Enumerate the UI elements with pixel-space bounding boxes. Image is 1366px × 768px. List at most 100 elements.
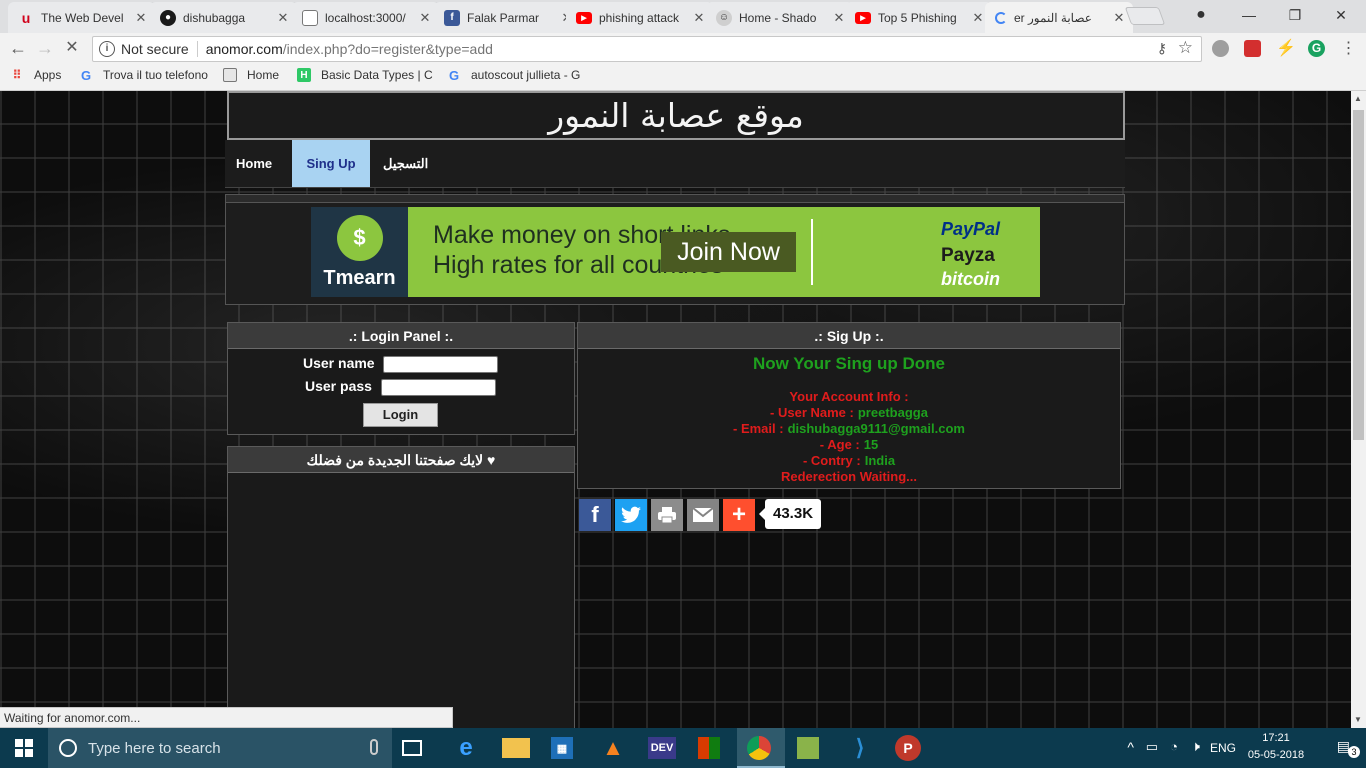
bookmark-label: autoscout jullieta - G [471, 68, 581, 82]
username-input[interactable] [383, 356, 498, 373]
network-icon[interactable]: ◔ [1170, 739, 1178, 754]
ad-top-bar [226, 195, 1124, 203]
tmearn-ad-banner[interactable]: $ Tmearn Make money on short links High … [311, 207, 1040, 297]
bookmark-basic-data-types[interactable]: H Basic Data Types | C [297, 68, 433, 82]
scroll-down-arrow-icon[interactable]: ▼ [1354, 715, 1362, 724]
webdev-icon: u [21, 9, 31, 26]
like-panel-title: ♥ لايك صفحتنا الجديدة من فضلك [228, 447, 574, 473]
bookmark-trova[interactable]: G Trova il tuo telefono [79, 67, 208, 83]
store-icon[interactable]: ▦ [551, 737, 573, 759]
bookmark-autoscout[interactable]: Gautoscout jullieta - G [447, 68, 581, 83]
bookmark-apps[interactable]: ⠿ Apps [10, 68, 62, 82]
minimize-button[interactable]: — [1226, 3, 1272, 27]
google-icon: G [80, 67, 92, 83]
tab-title: phishing attack [599, 10, 680, 25]
printer-icon [658, 507, 676, 524]
extension-icon[interactable] [1244, 40, 1261, 57]
clock-time[interactable]: 17:21 [1248, 732, 1304, 744]
windows-taskbar: Type here to search e ▦ ▲ DEV ⟩ P ^ ▭ ◔ … [0, 728, 1366, 768]
new-tab-button[interactable] [1124, 7, 1166, 25]
ad-logo-block: $ Tmearn [311, 207, 408, 297]
devcpp-icon[interactable]: DEV [648, 737, 676, 759]
bookmark-star-icon[interactable]: ☆ [1178, 38, 1193, 58]
login-button[interactable]: Login [363, 403, 438, 427]
field-value: preetbagga [857, 405, 928, 420]
volume-icon[interactable]: 🕨 [1191, 738, 1200, 755]
account-username: - User Name : preetbagga [578, 405, 1120, 421]
page-icon [302, 9, 318, 26]
paypal-logo: PayPal [941, 219, 1001, 239]
show-hidden-icons-icon[interactable]: ^ [1127, 739, 1134, 755]
close-icon[interactable]: ✕ [275, 10, 291, 26]
office-icon[interactable] [698, 737, 720, 759]
scrollbar-thumb[interactable] [1353, 110, 1364, 440]
tab-youtube-phishing[interactable]: ▶ phishing attack ✕ [566, 2, 714, 33]
facebook-share-button[interactable]: f [579, 499, 611, 531]
chrome-icon[interactable] [747, 736, 771, 760]
extension-icon[interactable] [1212, 40, 1229, 57]
close-icon[interactable]: ✕ [133, 10, 149, 26]
twitter-share-button[interactable] [615, 499, 647, 531]
scroll-up-arrow-icon[interactable]: ▲ [1354, 94, 1362, 103]
nav-sign-up[interactable]: Sing Up [292, 140, 370, 187]
forward-button[interactable]: → [33, 37, 57, 59]
bookmark-home[interactable]: Home [223, 68, 279, 82]
email-share-button[interactable] [687, 499, 719, 531]
site-nav: Home Sing Up التسجيل [225, 140, 1125, 188]
tab-localhost[interactable]: localhost:3000/ ✕ [292, 2, 440, 33]
info-icon[interactable]: i [99, 41, 115, 57]
vlc-icon[interactable]: ▲ [599, 734, 627, 762]
stop-loading-button[interactable]: ✕ [60, 37, 84, 59]
back-button[interactable]: ← [6, 37, 30, 59]
close-icon[interactable]: ✕ [417, 10, 433, 26]
page-icon [223, 68, 237, 82]
ad-join-button[interactable]: Join Now [661, 232, 796, 272]
grammarly-icon[interactable]: G [1308, 40, 1325, 57]
file-explorer-icon[interactable] [502, 738, 530, 758]
youtube-icon: ▶ [576, 11, 592, 24]
ad-brand: Tmearn [323, 266, 396, 289]
microphone-icon[interactable] [370, 739, 378, 755]
page-scrollbar[interactable]: ▲ ▼ [1351, 91, 1366, 728]
clock-date[interactable]: 05-05-2018 [1240, 749, 1312, 761]
tab-active-anomor[interactable]: er عصابة النمور ✕ [985, 2, 1133, 33]
task-view-icon[interactable] [402, 740, 422, 756]
key-icon[interactable]: ⚷ [1157, 40, 1167, 57]
close-icon[interactable]: ✕ [970, 10, 986, 26]
field-value: India [864, 453, 896, 468]
field-label: - User Name : [770, 405, 854, 420]
password-input[interactable] [381, 379, 496, 396]
tab-the-web-developer[interactable]: u The Web Devel ✕ [8, 2, 156, 33]
taskbar-search[interactable]: Type here to search [48, 728, 392, 768]
field-value: 15 [863, 437, 879, 452]
tab-shadow[interactable]: ☺ Home - Shado ✕ [706, 2, 854, 33]
maximize-button[interactable]: ❐ [1272, 3, 1318, 27]
more-share-button[interactable]: + [723, 499, 755, 531]
web-page: موقع عصابة النمور Home Sing Up التسجيل $… [0, 91, 1351, 728]
language-indicator[interactable]: ENG [1210, 741, 1236, 755]
window-close-button[interactable]: ✕ [1318, 3, 1364, 27]
nav-home[interactable]: Home [225, 140, 283, 187]
address-bar[interactable]: i Not secure anomor.com/index.php?do=reg… [92, 36, 1202, 62]
close-icon[interactable]: ✕ [691, 10, 707, 26]
start-button[interactable] [0, 728, 48, 768]
menu-icon[interactable]: ⋮ [1340, 40, 1357, 57]
battery-icon[interactable]: ▭ [1146, 739, 1158, 755]
close-icon[interactable]: ✕ [1111, 10, 1127, 26]
tab-github[interactable]: ● dishubagga ✕ [150, 2, 298, 33]
profile-icon[interactable]: ● [1178, 3, 1224, 27]
pdf-app-icon[interactable]: P [895, 735, 921, 761]
field-label: - Age : [819, 437, 860, 452]
bookmarks-bar: ⠿ Apps G Trova il tuo telefono Home H Basic… [0, 63, 1366, 91]
edge-icon[interactable]: e [452, 734, 480, 762]
tab-youtube-top5[interactable]: ▶ Top 5 Phishing ✕ [845, 2, 993, 33]
loading-icon [995, 11, 1007, 24]
tab-facebook[interactable]: f Falak Parmar ✕ [434, 2, 582, 33]
twitter-icon [621, 506, 641, 523]
security-label: Not secure [121, 41, 189, 57]
notepad-plus-icon[interactable] [797, 737, 819, 759]
print-share-button[interactable] [651, 499, 683, 531]
lightning-extension-icon[interactable]: ⚡ [1276, 40, 1296, 57]
nav-register-arabic[interactable]: التسجيل [372, 140, 439, 187]
vscode-icon[interactable]: ⟩ [846, 734, 874, 762]
